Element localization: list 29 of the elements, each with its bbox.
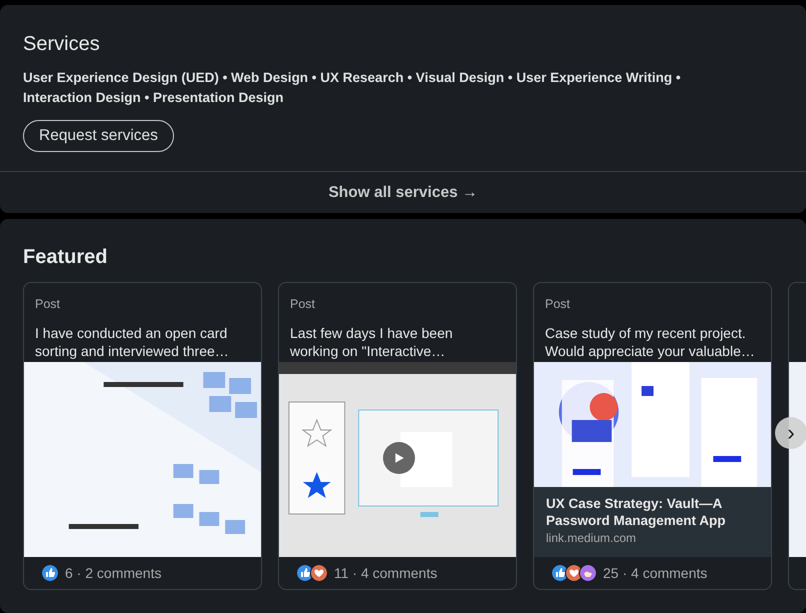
post-card[interactable] (788, 282, 806, 590)
heart-icon (310, 564, 328, 582)
post-text-line: I have conducted an open card (35, 324, 228, 342)
link-title: UX Case Strategy: Vault—A Password Management App (546, 495, 727, 529)
like-icon (41, 564, 59, 582)
post-text-line: Would appreciate your valuable… (545, 342, 756, 360)
link-domain: link.medium.com (546, 530, 638, 547)
post-type-label: Post (545, 296, 572, 313)
next-button[interactable]: › (775, 417, 806, 449)
post-type-label: Post (35, 296, 62, 313)
link-preview[interactable]: UX Case Strategy: Vault—A Password Management App link.medium.com (534, 487, 771, 557)
post-text-line: Last few days I have been (290, 324, 454, 342)
reaction-stats[interactable]: 6 · 2 comments (65, 562, 162, 584)
post-text-line: Case study of my recent project. (545, 324, 747, 342)
post-card[interactable]: Post I have conducted an open card sorting and interviewed three… 6 · 2 comments (23, 282, 262, 590)
show-all-link[interactable]: Show all services → (328, 180, 478, 204)
reaction-stats[interactable]: 25 · 4 comments (603, 562, 708, 584)
reaction-stats[interactable]: 11 · 4 comments (334, 562, 438, 584)
post-text-line: working on "Interactive… (290, 342, 446, 360)
play-icon (393, 452, 405, 464)
hands-icon (579, 564, 597, 582)
post-type-label: Post (290, 296, 316, 313)
post-card[interactable]: Post Last few days I have been working on "Interactive… 11 · 4 comments (278, 282, 517, 590)
section-title: Featured (23, 246, 108, 268)
section-title: Services (23, 32, 100, 56)
post-text-line: sorting and interviewed three… (35, 342, 230, 360)
services-list: User Experience Design (UED) • Web Design • UX Research • Visual Design • User Experience Writing • Interaction Design • Presentation Design (23, 68, 743, 108)
post-card[interactable]: Post Case study of my recent project. Would appreciate your valuable… UX Case Strategy: Vault—A Password Management App link.medium.com 25 · 4 comments (533, 282, 772, 590)
request-services-button[interactable]: Request services (23, 120, 174, 152)
